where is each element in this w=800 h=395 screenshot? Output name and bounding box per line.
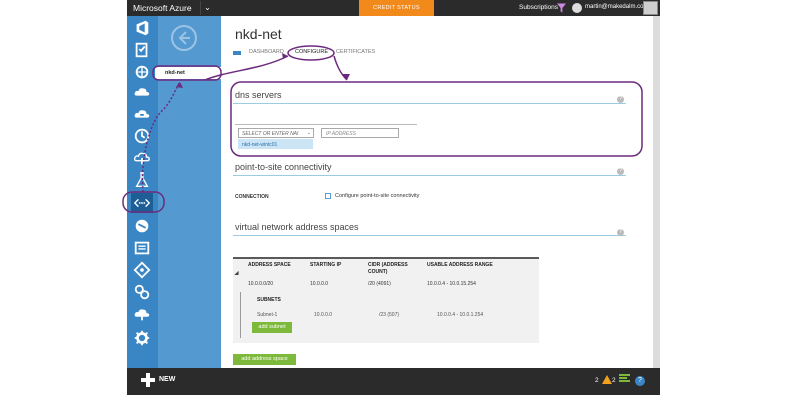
- chevron-down-icon: ⌄: [306, 130, 311, 136]
- status-count: 2: [612, 377, 616, 384]
- table-cell: 10.0.0.4 - 10.0.1.254: [437, 312, 484, 318]
- new-button[interactable]: NEW: [159, 376, 175, 383]
- warning-icon[interactable]: [602, 375, 612, 384]
- right-margin: [660, 0, 800, 395]
- tab-certificates[interactable]: CERTIFICATES: [336, 49, 375, 55]
- visual-studio-icon[interactable]: [131, 18, 153, 38]
- storage-icon[interactable]: [131, 148, 153, 168]
- column-header: STARTING IP: [310, 262, 342, 268]
- table-cell[interactable]: /20 (4091): [368, 281, 391, 287]
- web-sites-icon[interactable]: [131, 62, 153, 82]
- dns-name-select[interactable]: SELECT OR ENTER NAI ⌄: [238, 128, 314, 138]
- clock-icon[interactable]: [131, 126, 153, 146]
- avatar[interactable]: [643, 1, 658, 15]
- top-bar: Microsoft Azure ⌄ CREDIT STATUS Subscrip…: [127, 0, 660, 16]
- select-placeholder: SELECT OR ENTER NAI: [242, 131, 299, 137]
- help-icon[interactable]: ?: [635, 376, 645, 386]
- subscriptions-link[interactable]: Subscriptions: [519, 4, 558, 11]
- warning-count: 2: [595, 377, 599, 384]
- column-header: USABLE ADDRESS RANGE: [427, 262, 493, 268]
- p2s-heading: point-to-site connectivity: [235, 162, 332, 172]
- chevron-down-icon[interactable]: ⌄: [200, 1, 214, 15]
- add-subnet-button[interactable]: add subnet: [252, 322, 292, 333]
- help-icon[interactable]: ?: [617, 229, 624, 236]
- p2s-checkbox-label[interactable]: Configure point-to-site connectivity: [335, 193, 419, 199]
- brand-title[interactable]: Microsoft Azure: [133, 3, 192, 13]
- dropdown-option[interactable]: nkd-net-wintc01: [238, 139, 313, 149]
- page-title: nkd-net: [235, 26, 282, 42]
- vnet-rule: [233, 235, 626, 236]
- p2s-checkbox[interactable]: [325, 193, 331, 199]
- plus-icon[interactable]: [141, 373, 155, 387]
- left-margin: [0, 0, 127, 395]
- table-cell: 10.0.0.4 - 10.0.15.254: [427, 281, 476, 287]
- dns-heading: dns servers: [235, 90, 282, 100]
- settings-gear-icon[interactable]: [131, 328, 153, 348]
- subnets-label: SUBNETS: [257, 297, 281, 303]
- tab-configure[interactable]: CONFIGURE: [295, 49, 328, 55]
- table-cell[interactable]: 10.0.0.0/20: [248, 281, 273, 287]
- column-header: ADDRESS SPACE: [248, 262, 291, 268]
- traffic-manager-icon[interactable]: [131, 216, 153, 236]
- filter-icon[interactable]: [557, 3, 566, 13]
- subnet-tree-line: [240, 292, 241, 338]
- credit-status-button[interactable]: CREDIT STATUS: [359, 0, 434, 16]
- service-bus-icon[interactable]: [131, 282, 153, 302]
- scrollbar[interactable]: [653, 16, 660, 368]
- screenshot-root: Microsoft Azure ⌄ CREDIT STATUS Subscrip…: [0, 0, 800, 395]
- back-arrow-icon[interactable]: [170, 24, 198, 52]
- dns-rule: [233, 103, 626, 104]
- bottom-bar: NEW 2 2 ?: [127, 368, 660, 395]
- add-address-space-button[interactable]: add address space: [233, 354, 296, 365]
- cloud-upload-icon[interactable]: [131, 304, 153, 324]
- service-icon-bar: [127, 16, 158, 368]
- column-header: CIDR (ADDRESS COUNT): [368, 262, 408, 275]
- user-email[interactable]: martin@makedalm.com: [585, 4, 648, 10]
- help-icon[interactable]: ?: [617, 168, 624, 175]
- globe-icon[interactable]: [572, 3, 582, 13]
- tab-dashboard[interactable]: DASHBOARD: [249, 49, 284, 55]
- flask-icon[interactable]: [131, 170, 153, 190]
- tab-marker: [233, 51, 241, 55]
- networks-icon[interactable]: [131, 193, 153, 213]
- table-cell[interactable]: /23 (507): [379, 312, 399, 318]
- table-cell[interactable]: 10.0.0.0: [314, 312, 332, 318]
- help-icon[interactable]: ?: [617, 96, 624, 103]
- status-icon[interactable]: [619, 374, 630, 385]
- cloud-services-icon[interactable]: [131, 82, 153, 102]
- all-items-icon[interactable]: [131, 40, 153, 60]
- ip-address-input[interactable]: IP ADDRESS: [321, 128, 399, 138]
- table-cell[interactable]: Subnet-1: [257, 312, 277, 318]
- p2s-rule: [233, 175, 626, 176]
- nav-item-selected[interactable]: nkd-net: [155, 67, 221, 79]
- vnet-heading: virtual network address spaces: [235, 222, 359, 232]
- media-services-icon[interactable]: [131, 260, 153, 280]
- management-services-icon[interactable]: [131, 238, 153, 258]
- cloud-sync-icon[interactable]: [131, 104, 153, 124]
- table-cell[interactable]: 10.0.0.0: [310, 281, 328, 287]
- connection-label: CONNECTION: [235, 194, 269, 200]
